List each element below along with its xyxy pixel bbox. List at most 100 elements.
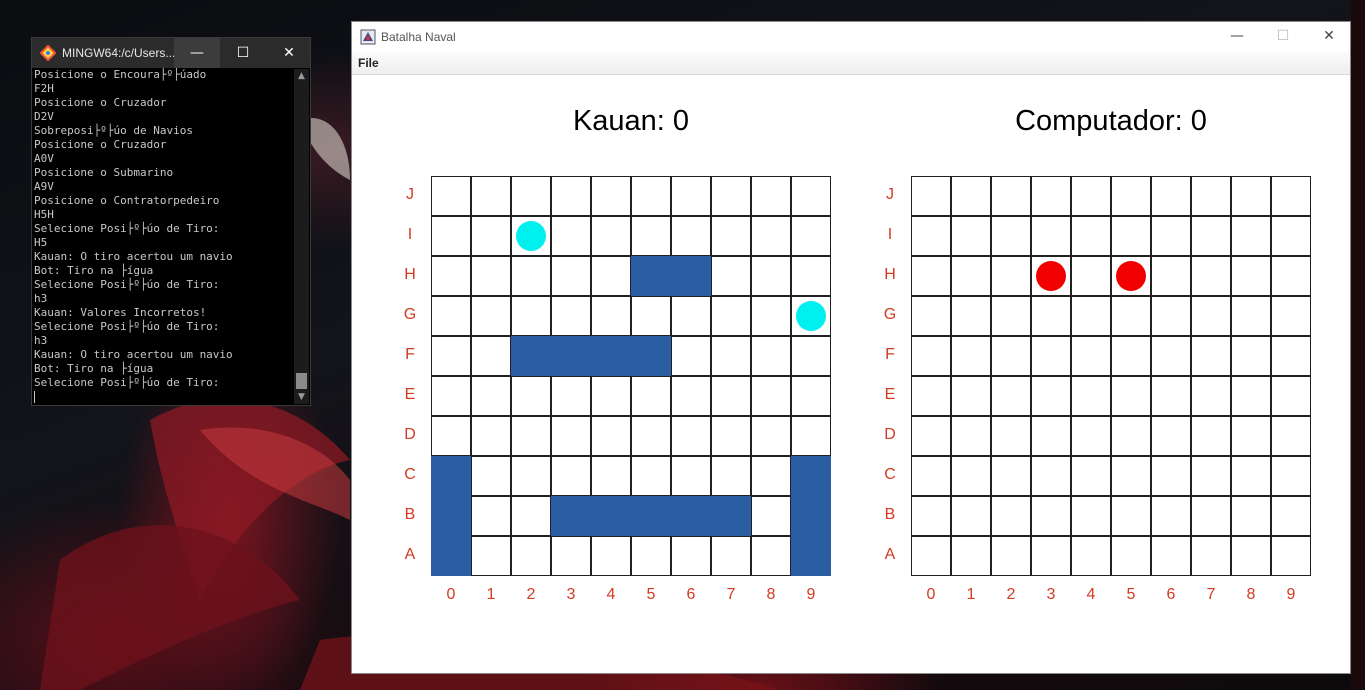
- computer-cell-D0[interactable]: [911, 416, 951, 456]
- computer-cell-J6[interactable]: [1151, 176, 1191, 216]
- computer-cell-C1[interactable]: [951, 456, 991, 496]
- computer-cell-E1[interactable]: [951, 376, 991, 416]
- player-cell-E1[interactable]: [471, 376, 511, 416]
- player-cell-I7[interactable]: [711, 216, 751, 256]
- player-cell-I1[interactable]: [471, 216, 511, 256]
- player-cell-H7[interactable]: [711, 256, 751, 296]
- player-cell-H1[interactable]: [471, 256, 511, 296]
- player-cell-G5[interactable]: [631, 296, 671, 336]
- computer-cell-A3[interactable]: [1031, 536, 1071, 576]
- computer-cell-A2[interactable]: [991, 536, 1031, 576]
- computer-cell-C0[interactable]: [911, 456, 951, 496]
- player-cell-I4[interactable]: [591, 216, 631, 256]
- computer-cell-H4[interactable]: [1071, 256, 1111, 296]
- batalha-naval-window[interactable]: Batalha Naval — ☐ ✕ File Kauan: 0 Comput…: [351, 21, 1351, 674]
- computer-cell-F5[interactable]: [1111, 336, 1151, 376]
- computer-cell-D5[interactable]: [1111, 416, 1151, 456]
- terminal-titlebar[interactable]: MINGW64:/c/Users... — ☐ ✕: [32, 38, 310, 68]
- computer-cell-E8[interactable]: [1231, 376, 1271, 416]
- computer-cell-B8[interactable]: [1231, 496, 1271, 536]
- player-cell-G0[interactable]: [431, 296, 471, 336]
- computer-cell-G0[interactable]: [911, 296, 951, 336]
- computer-cell-A7[interactable]: [1191, 536, 1231, 576]
- scroll-up-arrow-icon[interactable]: ▲: [294, 69, 309, 83]
- computer-cell-D8[interactable]: [1231, 416, 1271, 456]
- computer-cell-G4[interactable]: [1071, 296, 1111, 336]
- computer-cell-C7[interactable]: [1191, 456, 1231, 496]
- computer-cell-I4[interactable]: [1071, 216, 1111, 256]
- player-cell-J3[interactable]: [551, 176, 591, 216]
- computer-cell-G5[interactable]: [1111, 296, 1151, 336]
- computer-cell-D9[interactable]: [1271, 416, 1311, 456]
- player-cell-G7[interactable]: [711, 296, 751, 336]
- game-close-button[interactable]: ✕: [1306, 22, 1352, 52]
- player-cell-D9[interactable]: [791, 416, 831, 456]
- computer-cell-A9[interactable]: [1271, 536, 1311, 576]
- computer-cell-B7[interactable]: [1191, 496, 1231, 536]
- computer-cell-G2[interactable]: [991, 296, 1031, 336]
- computer-cell-E3[interactable]: [1031, 376, 1071, 416]
- computer-cell-C3[interactable]: [1031, 456, 1071, 496]
- player-cell-C3[interactable]: [551, 456, 591, 496]
- computer-cell-E5[interactable]: [1111, 376, 1151, 416]
- player-cell-D0[interactable]: [431, 416, 471, 456]
- player-cell-A1[interactable]: [471, 536, 511, 576]
- player-cell-H8[interactable]: [751, 256, 791, 296]
- player-cell-G8[interactable]: [751, 296, 791, 336]
- player-cell-E4[interactable]: [591, 376, 631, 416]
- player-cell-F8[interactable]: [751, 336, 791, 376]
- player-cell-E3[interactable]: [551, 376, 591, 416]
- computer-cell-H9[interactable]: [1271, 256, 1311, 296]
- computer-cell-G6[interactable]: [1151, 296, 1191, 336]
- computer-cell-G1[interactable]: [951, 296, 991, 336]
- computer-cell-C8[interactable]: [1231, 456, 1271, 496]
- computer-cell-F4[interactable]: [1071, 336, 1111, 376]
- player-cell-A6[interactable]: [671, 536, 711, 576]
- player-cell-D8[interactable]: [751, 416, 791, 456]
- player-cell-G1[interactable]: [471, 296, 511, 336]
- player-cell-J9[interactable]: [791, 176, 831, 216]
- player-cell-A8[interactable]: [751, 536, 791, 576]
- player-cell-H2[interactable]: [511, 256, 551, 296]
- player-cell-C5[interactable]: [631, 456, 671, 496]
- player-cell-C8[interactable]: [751, 456, 791, 496]
- player-cell-H4[interactable]: [591, 256, 631, 296]
- computer-cell-B6[interactable]: [1151, 496, 1191, 536]
- computer-cell-I3[interactable]: [1031, 216, 1071, 256]
- scroll-down-arrow-icon[interactable]: ▼: [294, 390, 309, 404]
- player-cell-J5[interactable]: [631, 176, 671, 216]
- player-cell-D1[interactable]: [471, 416, 511, 456]
- computer-cell-A4[interactable]: [1071, 536, 1111, 576]
- computer-cell-A8[interactable]: [1231, 536, 1271, 576]
- player-cell-J4[interactable]: [591, 176, 631, 216]
- computer-cell-J9[interactable]: [1271, 176, 1311, 216]
- player-cell-I5[interactable]: [631, 216, 671, 256]
- computer-cell-A1[interactable]: [951, 536, 991, 576]
- player-cell-D5[interactable]: [631, 416, 671, 456]
- player-cell-H9[interactable]: [791, 256, 831, 296]
- computer-cell-B9[interactable]: [1271, 496, 1311, 536]
- computer-cell-J2[interactable]: [991, 176, 1031, 216]
- player-cell-C7[interactable]: [711, 456, 751, 496]
- player-cell-I6[interactable]: [671, 216, 711, 256]
- computer-cell-G7[interactable]: [1191, 296, 1231, 336]
- computer-cell-I7[interactable]: [1191, 216, 1231, 256]
- player-cell-E8[interactable]: [751, 376, 791, 416]
- player-cell-E9[interactable]: [791, 376, 831, 416]
- game-minimize-button[interactable]: —: [1214, 22, 1260, 52]
- computer-cell-A0[interactable]: [911, 536, 951, 576]
- player-cell-H0[interactable]: [431, 256, 471, 296]
- computer-cell-G3[interactable]: [1031, 296, 1071, 336]
- terminal-console[interactable]: Posicione o Encoura├º├úado F2H Posicione o…: [34, 68, 294, 404]
- computer-cell-F7[interactable]: [1191, 336, 1231, 376]
- player-cell-F1[interactable]: [471, 336, 511, 376]
- computer-cell-I8[interactable]: [1231, 216, 1271, 256]
- terminal-close-button[interactable]: ✕: [266, 38, 312, 68]
- computer-cell-F1[interactable]: [951, 336, 991, 376]
- player-cell-B8[interactable]: [751, 496, 791, 536]
- computer-cell-F9[interactable]: [1271, 336, 1311, 376]
- computer-cell-F0[interactable]: [911, 336, 951, 376]
- computer-cell-E4[interactable]: [1071, 376, 1111, 416]
- computer-cell-E2[interactable]: [991, 376, 1031, 416]
- player-cell-E0[interactable]: [431, 376, 471, 416]
